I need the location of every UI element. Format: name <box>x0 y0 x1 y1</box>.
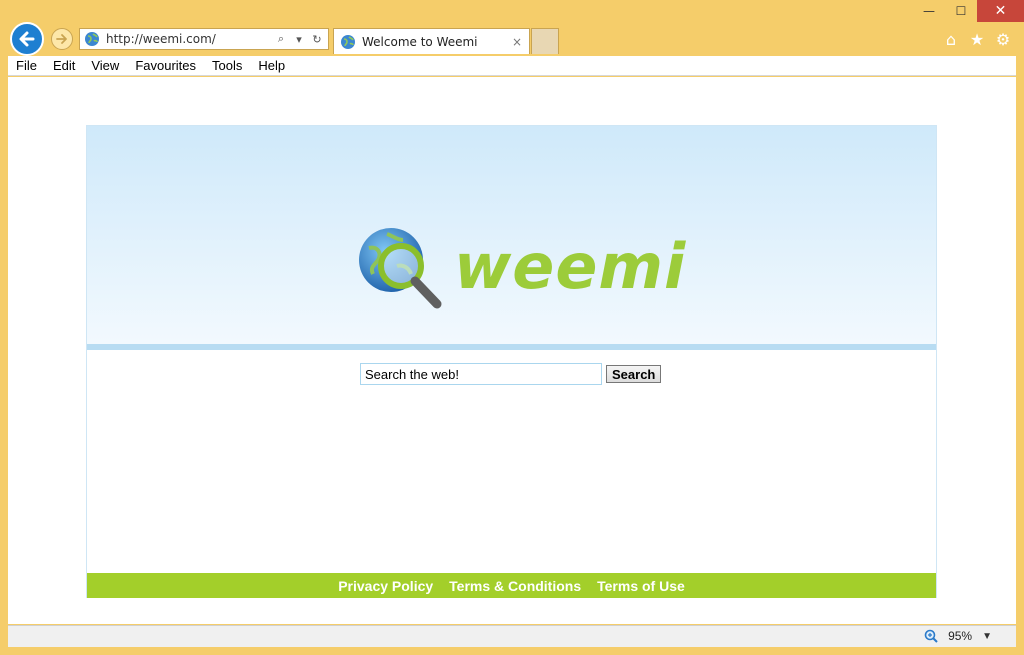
chevron-down-icon[interactable]: ▾ <box>292 32 306 46</box>
status-bar: 95% ▼ <box>8 625 1016 647</box>
star-icon[interactable]: ★ <box>968 30 986 49</box>
tab-close-icon[interactable]: × <box>509 35 525 49</box>
browser-window: — ☐ ✕ http://weemi.com/ ⌕ ▾ ↻ Welcome to… <box>0 0 1024 655</box>
weemi-page: weemi Search Privacy Policy Terms & Cond… <box>86 125 937 598</box>
refresh-icon[interactable]: ↻ <box>310 32 324 46</box>
weemi-logo: weemi <box>357 226 687 316</box>
search-input[interactable] <box>360 363 602 385</box>
new-tab-button[interactable] <box>531 28 559 54</box>
search-button[interactable]: Search <box>606 365 662 383</box>
privacy-policy-link[interactable]: Privacy Policy <box>338 578 433 594</box>
terms-of-use-link[interactable]: Terms of Use <box>597 578 685 594</box>
menu-edit[interactable]: Edit <box>45 58 83 73</box>
zoom-control[interactable]: 95% ▼ <box>924 629 992 643</box>
footer-bar: Privacy Policy Terms & Conditions Terms … <box>87 573 936 598</box>
tab-title: Welcome to Weemi <box>362 34 478 49</box>
search-form: Search <box>360 363 662 385</box>
page-viewport: weemi Search Privacy Policy Terms & Cond… <box>8 77 1016 624</box>
logo-text: weemi <box>454 230 687 303</box>
globe-icon <box>85 32 99 46</box>
home-icon[interactable]: ⌂ <box>942 30 960 49</box>
globe-icon <box>341 34 355 49</box>
title-bar: — ☐ ✕ http://weemi.com/ ⌕ ▾ ↻ Welcome to… <box>0 0 1024 56</box>
tab-welcome-to-weemi[interactable]: Welcome to Weemi × <box>333 28 530 54</box>
address-bar[interactable]: http://weemi.com/ ⌕ ▾ ↻ <box>79 28 329 50</box>
menu-help[interactable]: Help <box>250 58 293 73</box>
back-arrow-icon <box>19 31 35 47</box>
hero-banner: weemi <box>87 126 936 344</box>
menu-tools[interactable]: Tools <box>204 58 250 73</box>
forward-button[interactable] <box>51 28 73 50</box>
menu-favourites[interactable]: Favourites <box>127 58 204 73</box>
url-text[interactable]: http://weemi.com/ <box>100 32 274 46</box>
minimize-button[interactable]: — <box>913 0 945 22</box>
zoom-dropdown-icon[interactable]: ▼ <box>982 631 992 642</box>
maximize-button[interactable]: ☐ <box>945 0 977 22</box>
zoom-magnifier-icon <box>924 629 938 643</box>
back-button[interactable] <box>10 22 44 56</box>
menu-bar: File Edit View Favourites Tools Help <box>8 56 1016 76</box>
search-icon[interactable]: ⌕ <box>274 32 288 46</box>
toolbar-icons: ⌂ ★ ⚙ <box>942 30 1012 49</box>
hero-divider <box>87 344 936 350</box>
terms-conditions-link[interactable]: Terms & Conditions <box>449 578 581 594</box>
menu-file[interactable]: File <box>8 58 45 73</box>
magnifier-globe-icon <box>359 228 442 309</box>
gear-icon[interactable]: ⚙ <box>994 30 1012 49</box>
close-window-button[interactable]: ✕ <box>977 0 1024 22</box>
forward-arrow-icon <box>56 34 67 44</box>
zoom-level: 95% <box>948 629 973 643</box>
menu-view[interactable]: View <box>83 58 127 73</box>
window-controls: — ☐ ✕ <box>913 0 1024 22</box>
